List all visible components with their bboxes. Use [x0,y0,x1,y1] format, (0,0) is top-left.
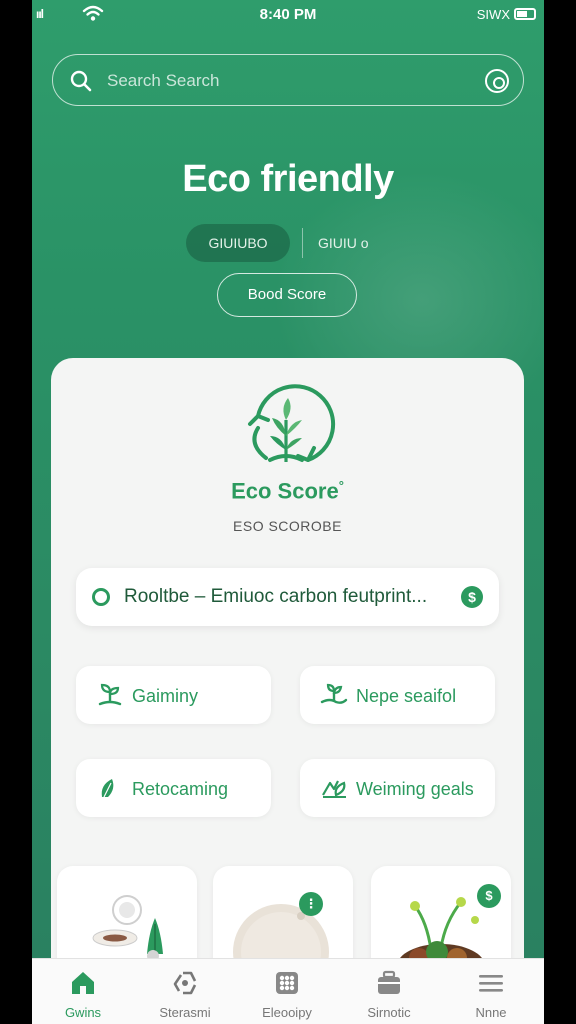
score-button[interactable]: Bood Score [217,273,357,317]
filter-pill-right[interactable]: GIUIU o [318,224,388,262]
tab-label: Eleooipy [262,1005,312,1020]
tile-label: Gaiminy [132,686,199,706]
search-bar[interactable]: Search Search [52,54,524,106]
tab-label: Sterasmi [159,1005,211,1020]
tile-gaiminy[interactable]: Gaiminy [76,666,271,724]
banner-text: Rooltbe – Emiuoc carbon feutprint... [124,586,428,607]
eco-score-title: Eco Score° [51,478,524,504]
search-icon [69,69,93,98]
menu-icon [477,969,505,997]
hero-title: Eco friendly [182,158,394,200]
seedling-hand-icon [320,682,348,708]
eco-score-card: Eco Score° ESO SCOROBE Rooltbe – Emiuoc … [51,358,524,998]
grid-icon [273,969,301,997]
pill-divider [302,228,303,258]
tile-label: Retocaming [132,779,229,799]
recycle-icon [171,969,199,997]
eco-score-subtitle: ESO SCOROBE [233,518,342,534]
tab-label: Nnne [475,1005,507,1020]
price-badge-icon[interactable]: $ [477,884,501,908]
search-placeholder[interactable]: Search Search [107,71,219,91]
tab-sterasmi[interactable]: Sterasmi [134,959,236,1024]
app-screen: ııl 8:40 PM SIWX Search Search Eco frien… [32,0,544,1024]
target-icon[interactable] [485,69,509,93]
carrier-label: SIWX [476,7,510,22]
tab-eleooipy[interactable]: Eleooipy [236,959,338,1024]
tab-home[interactable]: Gwins [32,959,134,1024]
tile-label: Weiming geals [356,779,474,799]
more-badge-icon[interactable]: ⋮ [299,892,323,916]
dollar-badge-icon[interactable]: $ [461,586,483,608]
sprout-icon [96,682,124,708]
tile-nepe-seaifol[interactable]: Nepe seaifol [300,666,495,724]
tile-label: Nepe seaifol [356,686,457,706]
eco-leaf-logo-icon [236,384,336,479]
leaf-icon [96,775,124,801]
battery-icon [514,8,536,20]
tab-label: Sirnotic [367,1005,411,1020]
status-time: 8:40 PM [259,6,317,23]
home-icon [69,969,97,997]
briefcase-icon [375,969,403,997]
filter-pill-left[interactable]: GIUIUBO [186,224,290,262]
tab-label: Gwins [64,1005,102,1020]
status-ring-icon [92,588,110,606]
tile-weiming-geals[interactable]: Weiming geals [300,759,495,817]
tab-sirnotic[interactable]: Sirnotic [338,959,440,1024]
goal-leaf-icon [320,775,348,801]
tile-retocaming[interactable]: Retocaming [76,759,271,817]
eco-score-title-text: Eco Score [231,478,339,504]
eco-score-mark: ° [338,478,344,493]
bottom-tab-bar: Gwins Sterasmi Eleooipy Sirnotic Nnne [32,958,544,1024]
carbon-footprint-banner[interactable]: Rooltbe – Emiuoc carbon feutprint... $ [76,568,499,626]
tab-menu[interactable]: Nnne [440,959,542,1024]
status-bar: ııl 8:40 PM SIWX [32,0,544,30]
